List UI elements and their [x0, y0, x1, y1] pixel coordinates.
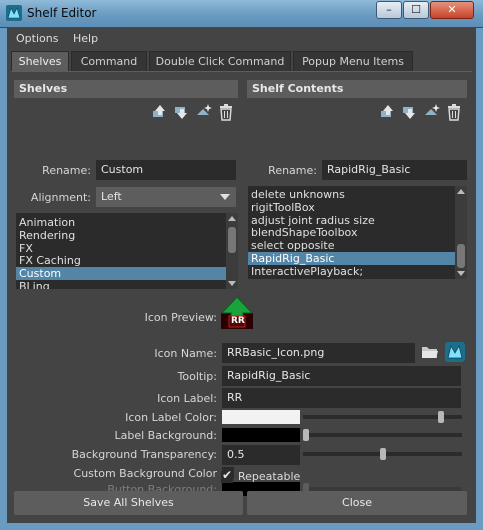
icon-preview-label-text: RR [231, 316, 245, 326]
alignment-value: Left [101, 190, 122, 203]
window-frame-left [0, 28, 7, 530]
shelf-contents-scrollbar[interactable] [455, 186, 467, 279]
window-title: Shelf Editor [27, 6, 97, 20]
repeatable-label: Repeatable [238, 470, 301, 483]
maximize-button[interactable]: ☐ [403, 1, 429, 19]
shelf-content-list-item[interactable]: blendShapeToolbox [248, 226, 455, 239]
shelf-list-item[interactable]: FX Caching [16, 254, 226, 267]
shelf-content-list-item[interactable]: RapidRig_Basic [248, 251, 455, 265]
tab-shelves[interactable]: Shelves [11, 51, 69, 72]
custom-background-color-label: Custom Background Color [73, 467, 217, 480]
close-window-button[interactable]: ✕ [430, 1, 474, 19]
shelves-toolbar [151, 103, 237, 123]
shelf-content-list-item[interactable]: delete unknowns [248, 188, 455, 201]
icon-name-label: Icon Name: [154, 347, 217, 360]
checkmark-icon: ✔ [222, 468, 233, 482]
icon-preview-image: RR [220, 296, 254, 329]
alignment-dropdown[interactable]: Left [96, 187, 236, 207]
new-shelf-icon[interactable] [195, 103, 213, 121]
save-all-shelves-button[interactable]: Save All Shelves [14, 491, 243, 515]
shelf-content-list-item[interactable]: adjust joint radius size [248, 214, 455, 227]
menu-bar: Options Help [7, 28, 476, 50]
minimize-button[interactable]: – [376, 1, 402, 19]
move-up-icon[interactable] [151, 103, 169, 121]
shelf-contents-section-header: Shelf Contents [247, 80, 467, 98]
background-transparency-slider-handle[interactable] [379, 448, 386, 460]
shelf-contents-toolbar [379, 103, 465, 123]
tooltip-input[interactable] [222, 366, 461, 386]
repeatable-checkbox[interactable]: ✔ [221, 468, 233, 483]
icon-label-input[interactable] [222, 388, 461, 408]
tab-command[interactable]: Command [71, 51, 147, 71]
item-rename-input[interactable] [322, 160, 467, 180]
shelves-tab-content: Shelves Rename: Alignment: Left [11, 71, 472, 496]
icon-label-color-slider-handle[interactable] [437, 411, 444, 423]
shelf-content-list-item[interactable]: rigitToolBox [248, 201, 455, 214]
dialog-body: Options Help Shelves Command Double Clic… [7, 28, 476, 523]
new-item-icon[interactable] [423, 103, 441, 121]
move-up-icon[interactable] [379, 103, 397, 121]
maya-icon-browser-icon[interactable] [445, 342, 465, 362]
label-background-swatch[interactable] [222, 428, 300, 442]
tab-double-click-command[interactable]: Double Click Command [149, 51, 291, 71]
window-frame-bottom [0, 523, 483, 530]
alignment-label: Alignment: [30, 191, 91, 204]
tab-popup-menu-items[interactable]: Popup Menu Items [293, 51, 413, 71]
close-button[interactable]: Close [247, 491, 467, 515]
icon-label-color-swatch[interactable] [222, 410, 300, 424]
scroll-down-icon[interactable] [457, 271, 465, 276]
icon-name-input[interactable] [222, 343, 415, 363]
tooltip-label: Tooltip: [177, 370, 217, 383]
shelves-list[interactable]: Animation Rendering FX FX Caching Custom BLin… [16, 213, 238, 289]
maya-app-icon [6, 5, 22, 21]
item-rename-label: Rename: [268, 164, 317, 177]
move-down-icon[interactable] [173, 103, 191, 121]
scroll-down-icon[interactable] [228, 281, 236, 286]
icon-label-label: Icon Label: [157, 392, 217, 405]
background-transparency-label: Background Transparency: [71, 448, 217, 461]
delete-item-icon[interactable] [445, 103, 463, 121]
shelf-rename-label: Rename: [42, 164, 91, 177]
menu-options[interactable]: Options [16, 32, 58, 45]
scroll-thumb[interactable] [457, 244, 465, 268]
delete-shelf-icon[interactable] [217, 103, 235, 121]
icon-label-color-label: Icon Label Color: [125, 411, 217, 424]
label-background-slider[interactable] [303, 433, 462, 437]
title-bar[interactable]: Shelf Editor – ☐ ✕ [0, 0, 483, 28]
shelf-list-item[interactable]: BLing [16, 280, 226, 289]
chevron-down-icon [220, 194, 230, 200]
shelf-rename-input[interactable] [96, 160, 236, 180]
shelf-list-item[interactable]: Animation [16, 216, 226, 229]
scroll-thumb[interactable] [228, 227, 236, 253]
window-frame-right [476, 28, 483, 530]
folder-icon[interactable] [421, 344, 439, 360]
shelves-list-scrollbar[interactable] [226, 213, 238, 289]
background-transparency-input[interactable] [222, 445, 300, 465]
label-background-label: Label Background: [114, 429, 217, 442]
label-background-slider-handle[interactable] [303, 429, 309, 441]
shelves-section-header: Shelves [14, 80, 238, 98]
shelf-list-item[interactable]: FX [16, 242, 226, 255]
shelf-content-list-item[interactable]: InteractivePlayback; [248, 265, 455, 278]
scroll-up-icon[interactable] [457, 189, 465, 194]
shelf-list-item[interactable]: Custom [16, 267, 226, 280]
move-down-icon[interactable] [401, 103, 419, 121]
shelf-content-list-item[interactable]: select opposite [248, 239, 455, 252]
icon-preview-label: Icon Preview: [144, 311, 217, 324]
scroll-up-icon[interactable] [228, 216, 236, 221]
shelf-list-item[interactable]: Rendering [16, 229, 226, 242]
shelf-contents-list[interactable]: delete unknowns rigitToolBox adjust joint … [248, 186, 467, 279]
menu-help[interactable]: Help [73, 32, 98, 45]
